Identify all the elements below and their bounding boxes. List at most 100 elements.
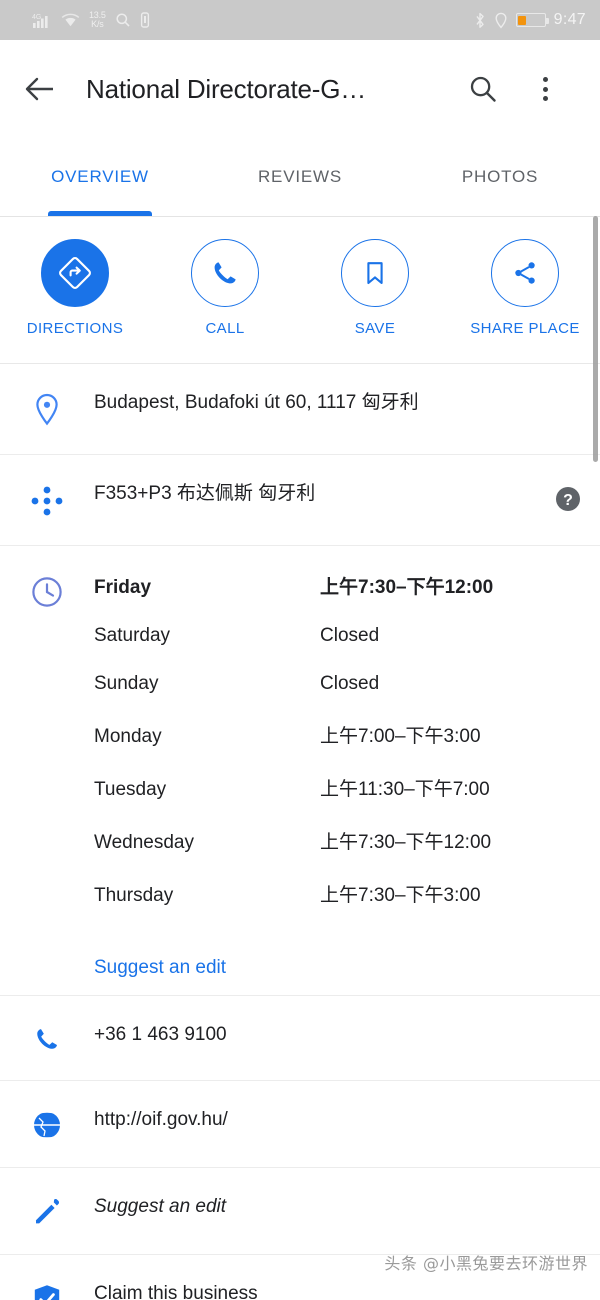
phone-number: +36 1 463 9100 (94, 1024, 227, 1045)
website-body: http://oif.gov.hu/ (94, 1107, 600, 1133)
address-icon-slot (0, 390, 94, 428)
hours-day: Thursday (94, 885, 174, 906)
bookmark-icon (367, 262, 383, 285)
hours-line: Wednesday 上午7:30–下午12:00 (94, 827, 578, 854)
page-title: National Directorate-G… (86, 73, 367, 104)
hours-time: Closed (320, 673, 380, 694)
claim-business-text: Claim this business (94, 1283, 258, 1300)
data-rate-unit: K/s (91, 19, 104, 29)
claim-business-body: Claim this business (94, 1281, 600, 1300)
plus-code-text: F353+P3 布达佩斯 匈牙利 (94, 483, 316, 504)
share-icon (515, 262, 535, 284)
signal-icon: 4G (32, 14, 48, 28)
hours-line: Monday 上午7:00–下午3:00 (94, 721, 578, 748)
claim-business-icon-slot (0, 1281, 94, 1300)
hours-day: Friday (94, 577, 152, 598)
share-button-circle (491, 239, 559, 307)
plus-code-body: F353+P3 布达佩斯 匈牙利 (94, 481, 536, 507)
svg-text:4G: 4G (32, 14, 41, 21)
website-icon-slot (0, 1107, 94, 1141)
directions-icon (59, 257, 91, 289)
directions-button[interactable]: DIRECTIONS (0, 239, 150, 337)
share-place-button[interactable]: SHARE PLACE (450, 239, 600, 337)
status-bar-clock: 9:47 (553, 11, 586, 28)
hours-line: Thursday 上午7:30–下午3:00 (94, 880, 578, 907)
wifi-icon (61, 13, 80, 27)
back-button[interactable] (24, 75, 76, 103)
hours-time: 上午7:30–下午12:00 (320, 577, 494, 598)
suggest-edit-text: Suggest an edit (94, 1196, 227, 1217)
more-vert-icon (542, 77, 548, 101)
hours-day: Wednesday (94, 832, 194, 853)
plus-code-icon (31, 486, 63, 516)
hours-line: Sunday Closed (94, 673, 578, 695)
status-bar-right: 9:47 (474, 11, 586, 29)
hours-body: Friday 上午7:30–下午12:00 Saturday Closed Su… (94, 572, 600, 979)
place-details-screen: 4G 13.5 K/s 9:47 National Directorate-G…… (0, 0, 600, 1300)
call-button[interactable]: CALL (150, 239, 300, 337)
hours-time: 上午7:00–下午3:00 (320, 726, 481, 747)
hours-time: 上午7:30–下午12:00 (320, 832, 492, 853)
search-icon (116, 13, 130, 27)
search-button[interactable] (452, 74, 514, 104)
data-rate-icon: 13.5 K/s (89, 11, 106, 29)
hours-time: 上午11:30–下午7:00 (320, 779, 490, 800)
hours-suggest-edit-link[interactable]: Suggest an edit (94, 957, 226, 979)
hours-icon-slot (0, 572, 94, 610)
phone-icon (214, 262, 236, 284)
app-bar: National Directorate-G… (0, 40, 600, 138)
location-icon (495, 12, 507, 28)
hours-time: Closed (320, 625, 380, 646)
clock-icon (32, 577, 62, 607)
address-text: Budapest, Budafoki út 60, 1117 匈牙利 (94, 392, 419, 413)
bluetooth-icon (476, 12, 484, 28)
status-bar: 4G 13.5 K/s 9:47 (0, 0, 600, 40)
tab-photos[interactable]: PHOTOS (400, 138, 600, 216)
arrow-left-icon (25, 77, 53, 101)
tab-reviews[interactable]: REVIEWS (200, 138, 400, 216)
hours-day: Tuesday (94, 779, 167, 800)
save-button-circle (341, 239, 409, 307)
search-icon (470, 76, 496, 102)
tab-bar: OVERVIEW REVIEWS PHOTOS (0, 138, 600, 217)
hours-line: Saturday Closed (94, 625, 578, 647)
watermark: 头条 @小黑兔要去环游世界 (384, 1254, 588, 1273)
share-place-button-label: SHARE PLACE (470, 320, 580, 337)
tab-photos-label: PHOTOS (461, 167, 539, 186)
battery-icon (515, 13, 549, 27)
hours-day: Saturday (94, 625, 171, 646)
tab-reviews-label: REVIEWS (257, 167, 342, 186)
suggest-edit-icon-slot (0, 1194, 94, 1228)
suggest-edit-row[interactable]: Suggest an edit (0, 1168, 600, 1255)
website-url: http://oif.gov.hu/ (94, 1109, 228, 1130)
hours-time: 上午7:30–下午3:00 (320, 885, 481, 906)
overflow-menu-button[interactable] (514, 77, 576, 101)
location-pin-icon (36, 393, 58, 426)
opening-hours-row[interactable]: Friday 上午7:30–下午12:00 Saturday Closed Su… (0, 546, 600, 996)
plus-code-icon-slot (0, 481, 94, 519)
address-row[interactable]: Budapest, Budafoki út 60, 1117 匈牙利 (0, 364, 600, 455)
hours-day: Monday (94, 726, 162, 747)
call-button-label: CALL (205, 320, 245, 337)
phone-row[interactable]: +36 1 463 9100 (0, 996, 600, 1081)
svg-text:?: ? (563, 492, 573, 509)
phone-icon (37, 1029, 57, 1049)
address-body: Budapest, Budafoki út 60, 1117 匈牙利 (94, 390, 600, 416)
phone-body: +36 1 463 9100 (94, 1022, 600, 1048)
website-row[interactable]: http://oif.gov.hu/ (0, 1081, 600, 1168)
status-bar-left: 4G 13.5 K/s (14, 11, 474, 29)
save-button[interactable]: SAVE (300, 239, 450, 337)
tab-overview[interactable]: OVERVIEW (0, 138, 200, 216)
plus-code-row[interactable]: F353+P3 布达佩斯 匈牙利 ? (0, 455, 600, 546)
plus-code-help-button[interactable]: ? (536, 481, 600, 513)
hours-line: Friday 上午7:30–下午12:00 (94, 572, 578, 599)
pencil-icon (36, 1199, 60, 1224)
hours-line: Tuesday 上午11:30–下午7:00 (94, 774, 578, 801)
directions-button-circle (41, 239, 109, 307)
sim-icon (140, 12, 149, 28)
hours-day: Sunday (94, 673, 159, 694)
call-button-circle (191, 239, 259, 307)
scrollbar-thumb[interactable] (593, 216, 598, 462)
suggest-edit-body: Suggest an edit (94, 1194, 600, 1220)
directions-button-label: DIRECTIONS (26, 320, 124, 337)
